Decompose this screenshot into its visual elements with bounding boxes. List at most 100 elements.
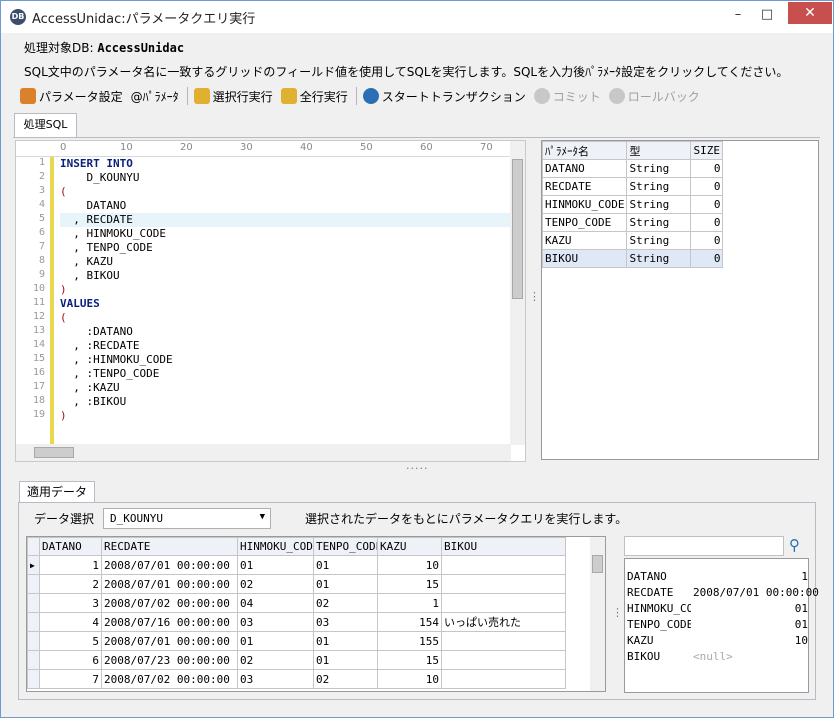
grid-cell[interactable]: 2008/07/23 00:00:00 xyxy=(101,650,238,670)
table-row[interactable]: 3 2008/07/02 00:00:00 04 02 1 xyxy=(27,593,566,613)
run-selected-button[interactable]: 選択行実行 xyxy=(193,88,273,105)
data-table[interactable]: DATANO RECDATE HINMOKU_CODE TENPO_CODE KAZU B… xyxy=(27,537,566,689)
grid-header[interactable]: BIKOU xyxy=(441,537,566,556)
grid-cell[interactable]: 02 xyxy=(313,669,378,689)
grid-cell[interactable]: 2 xyxy=(39,574,102,594)
table-row[interactable]: 4 2008/07/16 00:00:00 03 03 154 いっぱい売れた xyxy=(27,612,566,632)
grid-cell[interactable]: 03 xyxy=(237,669,314,689)
grid-cell[interactable] xyxy=(441,574,566,594)
param-cell[interactable]: BIKOU xyxy=(541,249,628,268)
param-cell[interactable]: 0 xyxy=(690,159,724,178)
grid-cell[interactable]: 01 xyxy=(237,555,314,575)
grid-header[interactable]: KAZU xyxy=(377,537,442,556)
param-row[interactable]: KAZU String 0 xyxy=(541,231,724,250)
grid-cell[interactable]: 6 xyxy=(39,650,102,670)
grid-cell[interactable]: 2008/07/02 00:00:00 xyxy=(101,593,238,613)
search-icon[interactable]: ⚲ xyxy=(789,536,800,554)
param-cell[interactable]: String xyxy=(626,249,692,268)
param-setting-button[interactable]: パラメータ設定 xyxy=(20,88,123,105)
param-cell[interactable]: HINMOKU_CODE xyxy=(541,195,628,214)
at-param-button[interactable]: @ﾊﾟﾗﾒｰﾀ xyxy=(131,88,179,105)
grid-cell[interactable]: 2008/07/16 00:00:00 xyxy=(101,612,238,632)
grid-cell[interactable] xyxy=(441,555,566,575)
row-header[interactable]: ▶ xyxy=(27,555,40,575)
commit-button[interactable]: コミット xyxy=(533,88,601,105)
param-cell[interactable]: String xyxy=(626,195,692,214)
param-cell[interactable]: 0 xyxy=(690,249,724,268)
param-row[interactable]: BIKOU String 0 xyxy=(541,249,724,268)
minimize-button[interactable]: – xyxy=(724,5,752,25)
maximize-button[interactable]: □ xyxy=(753,5,781,25)
param-cell[interactable]: 0 xyxy=(690,195,724,214)
horizontal-splitter-grip[interactable]: ····· xyxy=(406,462,428,475)
parameter-grid[interactable]: ﾊﾟﾗﾒｰﾀ名型 SIZE DATANO String 0 RECDATE String 0 H… xyxy=(541,140,819,460)
grid-cell[interactable]: 1 xyxy=(39,555,102,575)
grid-cell[interactable] xyxy=(441,593,566,613)
grid-cell[interactable]: 10 xyxy=(377,555,442,575)
grid-cell[interactable]: 01 xyxy=(313,650,378,670)
grid-cell[interactable]: 04 xyxy=(237,593,314,613)
search-input[interactable] xyxy=(624,536,784,556)
editor-vertical-scrollbar[interactable] xyxy=(510,141,525,445)
param-row[interactable]: HINMOKU_CODE String 0 xyxy=(541,195,724,214)
grid-cell[interactable]: 15 xyxy=(377,650,442,670)
param-cell[interactable]: 0 xyxy=(690,231,724,250)
grid-cell[interactable]: いっぱい売れた xyxy=(441,612,566,632)
grid-cell[interactable]: 10 xyxy=(377,669,442,689)
grid-header[interactable]: TENPO_CODE xyxy=(313,537,378,556)
grid-cell[interactable]: 4 xyxy=(39,612,102,632)
param-row[interactable]: TENPO_CODE String 0 xyxy=(541,213,724,232)
table-row[interactable]: 7 2008/07/02 00:00:00 03 02 10 xyxy=(27,669,566,689)
param-row[interactable]: RECDATE String 0 xyxy=(541,177,724,196)
sql-editor[interactable]: 0 10 20 30 40 50 60 70 1 2 3 4 5 6 7 8 9 10 11 12 13 14 15 16 1… xyxy=(15,140,526,462)
vertical-splitter-grip[interactable]: ⋮ xyxy=(612,606,623,619)
vertical-splitter-grip[interactable]: ⋮ xyxy=(529,290,540,303)
start-transaction-button[interactable]: スタートトランザクション xyxy=(362,88,526,105)
tab-applied-data[interactable]: 適用データ xyxy=(19,481,95,503)
grid-cell[interactable]: 02 xyxy=(313,593,378,613)
grid-cell[interactable]: 2008/07/01 00:00:00 xyxy=(101,555,238,575)
grid-cell[interactable]: 15 xyxy=(377,574,442,594)
param-cell[interactable]: String xyxy=(626,231,692,250)
grid-cell[interactable] xyxy=(441,669,566,689)
param-cell[interactable]: 0 xyxy=(690,213,724,232)
row-header[interactable] xyxy=(27,669,40,689)
grid-cell[interactable]: 155 xyxy=(377,631,442,651)
table-row[interactable]: 5 2008/07/01 00:00:00 01 01 155 xyxy=(27,631,566,651)
scrollbar-thumb[interactable] xyxy=(512,159,523,299)
close-button[interactable]: ✕ xyxy=(788,2,832,24)
param-cell[interactable]: DATANO xyxy=(541,159,628,178)
data-select-dropdown[interactable]: D_KOUNYU ▼ xyxy=(103,508,271,529)
grid-cell[interactable]: 01 xyxy=(313,631,378,651)
table-row[interactable]: 2 2008/07/01 00:00:00 02 01 15 xyxy=(27,574,566,594)
param-cell[interactable]: RECDATE xyxy=(541,177,628,196)
param-cell[interactable]: String xyxy=(626,177,692,196)
grid-cell[interactable]: 03 xyxy=(237,612,314,632)
grid-cell[interactable]: 7 xyxy=(39,669,102,689)
table-row[interactable]: ▶ 1 2008/07/01 00:00:00 01 01 10 xyxy=(27,555,566,575)
scrollbar-thumb[interactable] xyxy=(592,555,603,573)
grid-cell[interactable]: 03 xyxy=(313,612,378,632)
parameter-table[interactable]: ﾊﾟﾗﾒｰﾀ名型 SIZE DATANO String 0 RECDATE String 0 H… xyxy=(541,141,724,268)
rollback-button[interactable]: ロールバック xyxy=(608,88,700,105)
run-all-button[interactable]: 全行実行 xyxy=(280,88,348,105)
grid-cell[interactable]: 154 xyxy=(377,612,442,632)
row-header[interactable] xyxy=(27,612,40,632)
scrollbar-thumb[interactable] xyxy=(34,447,74,458)
grid-header[interactable]: DATANO xyxy=(39,537,102,556)
grid-cell[interactable]: 01 xyxy=(313,574,378,594)
data-grid[interactable]: DATANO RECDATE HINMOKU_CODE TENPO_CODE KAZU B… xyxy=(26,536,606,692)
row-header[interactable] xyxy=(27,574,40,594)
grid-header[interactable]: RECDATE xyxy=(101,537,238,556)
grid-cell[interactable]: 2008/07/01 00:00:00 xyxy=(101,574,238,594)
grid-cell[interactable]: 2008/07/01 00:00:00 xyxy=(101,631,238,651)
param-cell[interactable]: String xyxy=(626,213,692,232)
grid-cell[interactable]: 3 xyxy=(39,593,102,613)
grid-header[interactable]: HINMOKU_CODE xyxy=(237,537,314,556)
grid-cell[interactable]: 01 xyxy=(313,555,378,575)
row-header[interactable] xyxy=(27,631,40,651)
param-cell[interactable]: KAZU xyxy=(541,231,628,250)
row-header[interactable] xyxy=(27,650,40,670)
grid-cell[interactable]: 1 xyxy=(377,593,442,613)
param-cell[interactable]: TENPO_CODE xyxy=(541,213,628,232)
